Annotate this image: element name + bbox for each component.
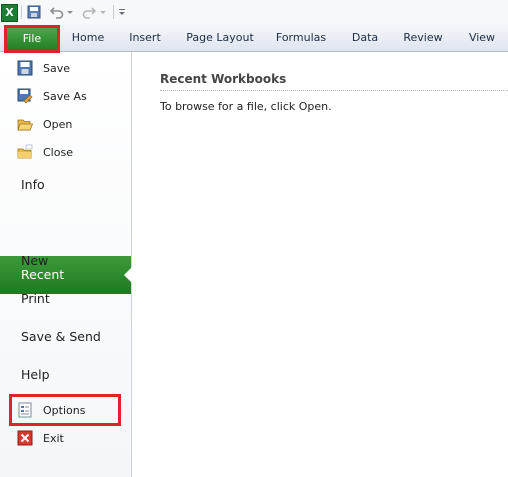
nav-new[interactable]: New	[21, 249, 48, 273]
tab-home[interactable]: Home	[66, 28, 110, 48]
tab-file[interactable]: File	[4, 25, 60, 53]
quick-access-toolbar: X	[0, 0, 508, 24]
tab-data[interactable]: Data	[344, 28, 386, 48]
tab-insert[interactable]: Insert	[122, 28, 168, 48]
tab-review[interactable]: Review	[396, 28, 450, 48]
save-icon	[17, 60, 33, 76]
close-command[interactable]: Close	[17, 140, 73, 164]
tab-formulas[interactable]: Formulas	[270, 28, 332, 48]
options-highlight-box	[9, 394, 121, 426]
tab-view[interactable]: View	[460, 28, 504, 48]
excel-logo-icon[interactable]: X	[1, 4, 18, 22]
save-label: Save	[43, 61, 71, 75]
close-label: Close	[43, 145, 73, 159]
browse-hint-text: To browse for a file, click Open.	[160, 100, 332, 113]
nav-info[interactable]: Info	[21, 173, 45, 197]
redo-dropdown-icon[interactable]	[99, 3, 107, 21]
undo-icon[interactable]	[50, 3, 64, 21]
qat-separator	[21, 5, 22, 19]
page-title: Recent Workbooks	[160, 72, 287, 86]
title-divider	[160, 90, 508, 91]
nav-print[interactable]: Print	[21, 287, 50, 311]
save-as-icon	[17, 88, 33, 104]
redo-icon[interactable]	[82, 3, 96, 21]
customize-qat-icon[interactable]	[117, 3, 127, 21]
save-as-label: Save As	[43, 89, 87, 103]
save-icon[interactable]	[27, 3, 41, 21]
exit-label: Exit	[43, 431, 64, 445]
nav-recent[interactable]: Recent	[0, 256, 132, 294]
recent-workbooks-pane: Recent Workbooks To browse for a file, c…	[132, 52, 508, 477]
selection-pointer	[124, 267, 132, 283]
save-as-command[interactable]: Save As	[17, 84, 87, 108]
exit-icon	[17, 430, 33, 446]
open-folder-icon	[17, 116, 34, 132]
exit-command[interactable]: Exit	[17, 426, 64, 450]
close-folder-icon	[17, 144, 33, 160]
ribbon-tab-bar: Home Insert Page Layout Formulas Data Re…	[0, 24, 508, 52]
undo-dropdown-icon[interactable]	[66, 3, 74, 21]
nav-save-and-send[interactable]: Save & Send	[21, 325, 101, 349]
open-command[interactable]: Open	[17, 112, 72, 136]
save-command[interactable]: Save	[17, 56, 70, 80]
open-label: Open	[43, 117, 73, 131]
nav-help[interactable]: Help	[21, 363, 50, 387]
qat-separator	[113, 5, 114, 19]
tab-page-layout[interactable]: Page Layout	[180, 28, 260, 48]
